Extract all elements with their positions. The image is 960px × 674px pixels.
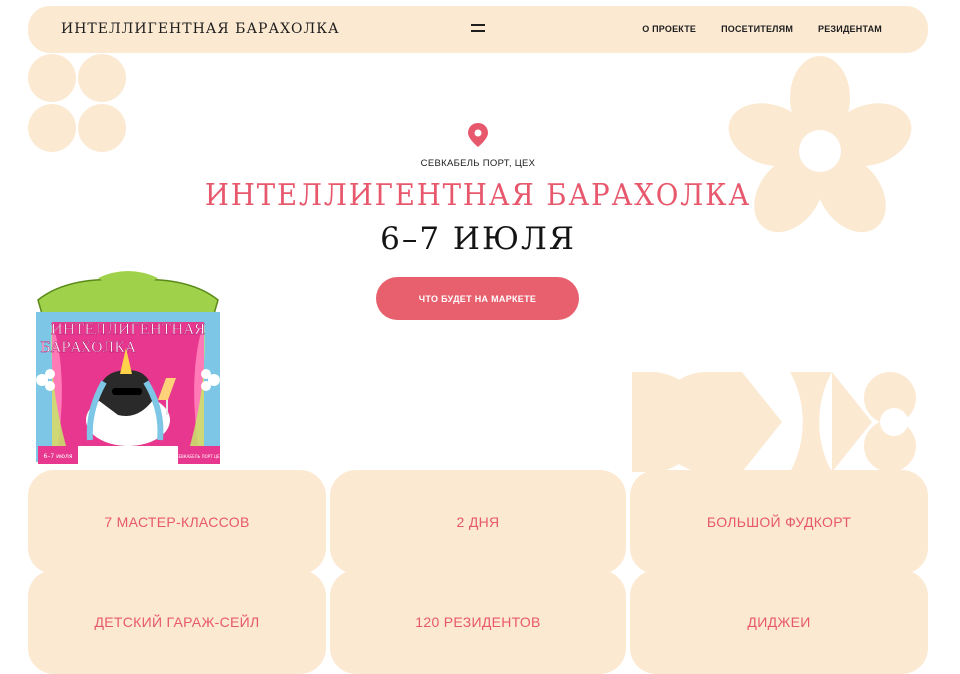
site-logo[interactable]: ИНТЕЛЛИГЕНТНАЯ БАРАХОЛКА bbox=[61, 21, 340, 37]
decor-geometric-band bbox=[632, 372, 916, 472]
nav-about[interactable]: О ПРОЕКТЕ bbox=[642, 24, 696, 34]
sparkle-decor bbox=[321, 562, 335, 584]
feature-label: 7 МАСТЕР-КЛАССОВ bbox=[104, 514, 250, 530]
feature-label: 2 ДНЯ bbox=[456, 514, 500, 530]
event-date: 6–7 ИЮЛЯ bbox=[380, 221, 576, 257]
feature-card: ДЕТСКИЙ ГАРАЖ-СЕЙЛ bbox=[28, 570, 326, 674]
feature-label: ДЕТСКИЙ ГАРАЖ-СЕЙЛ bbox=[94, 614, 260, 630]
feature-label: 120 РЕЗИДЕНТОВ bbox=[415, 614, 541, 630]
decor-circles-left bbox=[28, 54, 126, 152]
page-title: ИНТЕЛЛИГЕНТНАЯ БАРАХОЛКА bbox=[204, 178, 752, 213]
nav-residents[interactable]: РЕЗИДЕНТАМ bbox=[818, 24, 882, 34]
sparkle-decor bbox=[621, 562, 635, 584]
feature-card: 7 МАСТЕР-КЛАССОВ bbox=[28, 470, 326, 574]
site-header: ИНТЕЛЛИГЕНТНАЯ БАРАХОЛКА О ПРОЕКТЕ ПОСЕТ… bbox=[28, 6, 928, 53]
event-location: СЕВКАБЕЛЬ ПОРТ, ЦЕХ bbox=[420, 158, 536, 169]
feature-label: ДИДЖЕИ bbox=[747, 614, 811, 630]
location-pin-icon bbox=[468, 123, 488, 147]
feature-label: БОЛЬШОЙ ФУДКОРТ bbox=[706, 514, 852, 530]
feature-card: ДИДЖЕИ bbox=[630, 570, 928, 674]
feature-card: 120 РЕЗИДЕНТОВ bbox=[330, 570, 626, 674]
main-nav: О ПРОЕКТЕ ПОСЕТИТЕЛЯМ РЕЗИДЕНТАМ bbox=[642, 24, 882, 34]
nav-visitors[interactable]: ПОСЕТИТЕЛЯМ bbox=[721, 24, 793, 34]
poster-title-line2: БАРАХОЛКА bbox=[40, 340, 136, 356]
poster-title-line1: ИНТЕЛЛИГЕНТНАЯ bbox=[51, 322, 206, 338]
poster-date: 6–7 июля bbox=[44, 453, 73, 460]
event-poster: ИНТЕЛЛИГЕНТНАЯ БАРАХОЛКА 6–7 июля СЕВКАБ… bbox=[36, 271, 223, 464]
feature-card: 2 ДНЯ bbox=[330, 470, 626, 574]
menu-icon[interactable] bbox=[471, 24, 485, 34]
poster-place: СЕВКАБЕЛЬ ПОРТ ЦЕХ bbox=[176, 454, 223, 459]
what-on-market-button[interactable]: ЧТО БУДЕТ НА МАРКЕТЕ bbox=[376, 277, 579, 320]
feature-card: БОЛЬШОЙ ФУДКОРТ bbox=[630, 470, 928, 574]
